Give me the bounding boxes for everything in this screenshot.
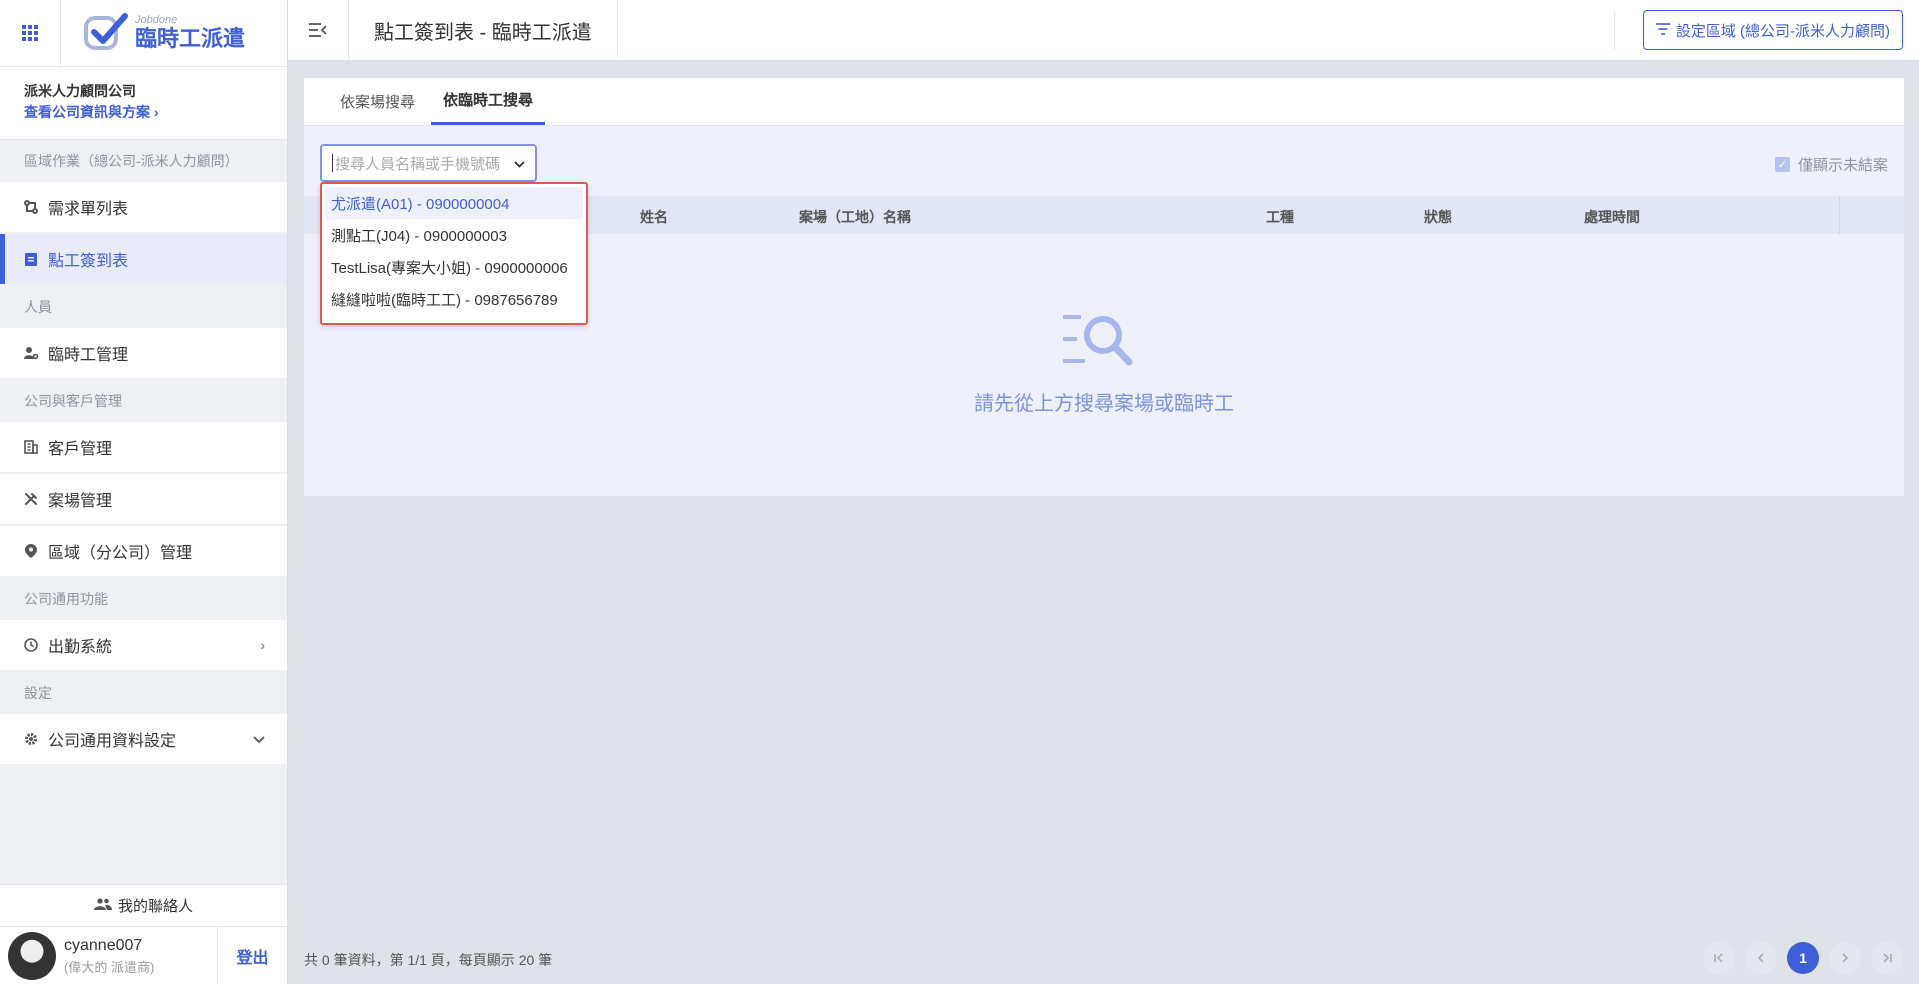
contacts-icon — [93, 897, 112, 914]
building-icon — [24, 440, 38, 454]
sidebar-item-common-settings[interactable]: 公司通用資料設定 — [0, 714, 287, 764]
sidebar-top: Jobdone 臨時工派遣 — [0, 0, 287, 67]
dropdown-option[interactable]: 測點工(J04) - 0900000003 — [325, 219, 583, 251]
col-processed-time: 處理時間 — [1584, 209, 1640, 225]
sidebar-item-attendance[interactable]: 點工簽到表 — [0, 234, 287, 284]
user-gear-icon — [24, 346, 38, 360]
first-page-icon[interactable] — [1703, 942, 1735, 974]
sidebar-item-label: 客戶管理 — [48, 441, 113, 458]
sidebar-item-clock[interactable]: 出勤系統 › — [0, 620, 287, 670]
empty-state: 請先從上方搜尋案場或臨時工 — [304, 312, 1904, 416]
sidebar-item-regions[interactable]: 區域（分公司）管理 — [0, 526, 287, 576]
clipboard-icon — [24, 252, 38, 266]
tab-by-worker[interactable]: 依臨時工搜尋 — [431, 77, 546, 125]
search-placeholder: 搜尋人員名稱或手機號碼 — [335, 155, 501, 173]
worker-search-input[interactable]: 搜尋人員名稱或手機號碼 — [320, 144, 537, 182]
filter-icon — [1655, 22, 1670, 39]
my-contacts-button[interactable]: 我的聯絡人 — [0, 884, 287, 926]
company-info-link-label: 查看公司資訊與方案 — [24, 104, 150, 120]
user-role: (偉大的 派遣商) — [64, 960, 155, 975]
empty-message: 請先從上方搜尋案場或臨時工 — [974, 393, 1234, 415]
route-icon — [24, 200, 38, 214]
logout-button[interactable]: 登出 — [217, 927, 287, 984]
next-page-icon[interactable] — [1829, 942, 1861, 974]
set-region-label: 設定區域 (總公司-派米人力顧問) — [1675, 22, 1890, 40]
clock-icon — [24, 638, 38, 652]
dropdown-option[interactable]: TestLisa(專案大小姐) - 0900000006 — [325, 251, 583, 283]
section-common: 公司通用功能 — [24, 591, 108, 607]
sidebar-item-customers[interactable]: 客戶管理 — [0, 422, 287, 472]
page-number[interactable]: 1 — [1787, 942, 1819, 974]
my-contacts-label: 我的聯絡人 — [117, 898, 193, 915]
header-divider — [1839, 196, 1840, 234]
section-settings: 設定 — [24, 685, 52, 701]
company-info-link[interactable]: 查看公司資訊與方案 › — [24, 101, 263, 123]
chevron-down-icon — [514, 155, 525, 172]
sidebar-item-label: 案場管理 — [48, 493, 113, 510]
chevron-right-icon: › — [153, 104, 159, 120]
dropdown-option[interactable]: 縫縫啦啦(臨時工工) - 0987656789 — [325, 283, 583, 315]
only-open-label: 僅顯示未結案 — [1797, 157, 1888, 174]
search-tabs: 依案場搜尋 依臨時工搜尋 — [304, 78, 1904, 126]
sidebar-item-label: 出勤系統 — [48, 639, 113, 656]
worker-search-dropdown: 尤派遣(A01) - 0900000004 測點工(J04) - 0900000… — [320, 182, 588, 325]
user-name: cyanne007 — [64, 937, 143, 954]
header-divider — [1614, 12, 1615, 50]
sidebar-item-orders[interactable]: 需求單列表 — [0, 182, 287, 232]
pagination-summary: 共 0 筆資料，第 1/1 頁，每頁顯示 20 筆 — [304, 952, 553, 968]
map-pin-icon — [24, 544, 38, 558]
col-site: 案場（工地）名稱 — [799, 209, 911, 225]
company-name: 派米人力顧問公司 — [24, 83, 136, 99]
text-cursor — [332, 154, 333, 172]
chevron-right-icon: › — [260, 637, 265, 653]
sidebar-item-sites[interactable]: 案場管理 — [0, 474, 287, 524]
tab-by-site[interactable]: 依案場搜尋 — [328, 77, 427, 125]
dropdown-option[interactable]: 尤派遣(A01) - 0900000004 — [325, 187, 583, 219]
sidebar-item-label: 需求單列表 — [48, 201, 129, 218]
sidebar-item-label: 臨時工管理 — [48, 347, 129, 364]
logo-check-icon — [84, 13, 128, 50]
section-company: 公司與客戶管理 — [24, 393, 122, 409]
last-page-icon[interactable] — [1871, 942, 1903, 974]
tools-icon — [24, 492, 38, 506]
apps-grid-icon[interactable] — [0, 0, 61, 66]
menu-collapse-icon[interactable] — [288, 0, 349, 61]
sidebar-item-label: 公司通用資料設定 — [48, 733, 177, 750]
prev-page-icon[interactable] — [1745, 942, 1777, 974]
logo-small-text: Jobdone — [135, 14, 178, 26]
user-panel: cyanne007 (偉大的 派遣商) 登出 — [0, 926, 287, 984]
chevron-down-icon — [253, 731, 265, 747]
checkbox-checked-icon: ✓ — [1774, 157, 1790, 172]
only-open-checkbox[interactable]: ✓ 僅顯示未結案 — [1774, 154, 1888, 175]
sidebar: Jobdone 臨時工派遣 派米人力顧問公司 查看公司資訊與方案 › 區域作業（… — [0, 0, 288, 984]
logo-title: 臨時工派遣 — [135, 26, 246, 51]
col-status: 狀態 — [1424, 209, 1452, 225]
sidebar-item-workers[interactable]: 臨時工管理 — [0, 328, 287, 378]
section-region: 區域作業（總公司-派米人力顧問） — [24, 153, 239, 169]
page-title: 點工簽到表 - 臨時工派遣 — [349, 0, 618, 61]
app-logo[interactable]: Jobdone 臨時工派遣 — [61, 0, 287, 66]
sidebar-item-label: 點工簽到表 — [48, 253, 129, 270]
col-trade: 工種 — [1266, 209, 1294, 225]
section-people: 人員 — [24, 299, 52, 315]
avatar[interactable] — [8, 932, 56, 980]
col-name: 姓名 — [640, 209, 668, 225]
set-region-button[interactable]: 設定區域 (總公司-派米人力顧問) — [1642, 10, 1903, 50]
sidebar-item-label: 區域（分公司）管理 — [48, 545, 193, 562]
gear-icon — [24, 732, 38, 746]
top-header: 點工簽到表 - 臨時工派遣 設定區域 (總公司-派米人力顧問) — [288, 0, 1919, 61]
pagination: 1 — [1693, 942, 1903, 974]
company-panel: 派米人力顧問公司 查看公司資訊與方案 › — [0, 67, 287, 140]
